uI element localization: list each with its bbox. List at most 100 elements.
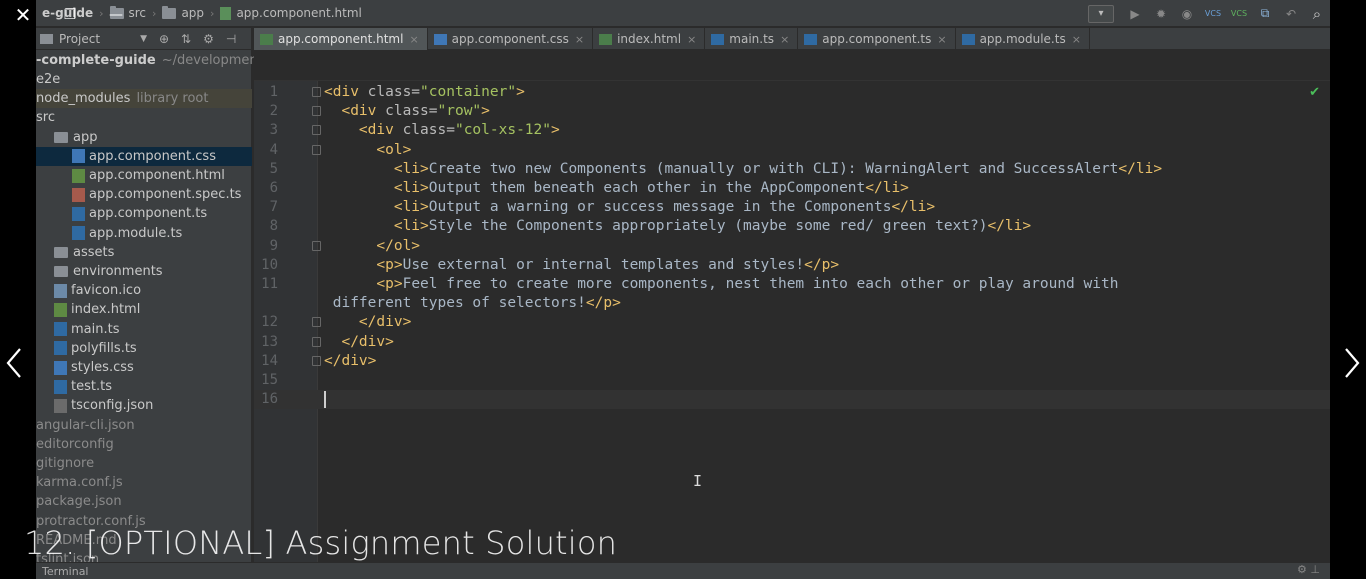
tab-index-html[interactable]: index.html ×: [593, 28, 706, 50]
revert-button[interactable]: ↶: [1278, 3, 1304, 25]
run-button[interactable]: ▶: [1122, 3, 1148, 25]
code-line[interactable]: 16: [254, 390, 1330, 410]
close-tab-icon[interactable]: ×: [780, 33, 789, 46]
code-line[interactable]: 9 </ol>: [254, 237, 1330, 256]
fold-marker-icon[interactable]: [312, 240, 321, 251]
tree-item-label: e2e: [36, 72, 61, 87]
code-line[interactable]: 14 </div>: [254, 352, 1330, 371]
code-line[interactable]: 5 <li>Create two new Components (manuall…: [254, 160, 1330, 179]
tree-item-app-module-ts[interactable]: app.module.ts: [36, 224, 252, 243]
code-editor[interactable]: ✔ 1 <div class="container"> 2 <div class="…: [254, 51, 1330, 579]
code-token: <div: [358, 122, 403, 139]
project-view-label[interactable]: Project: [59, 32, 100, 46]
fold-marker-icon[interactable]: [312, 144, 321, 155]
tree-item-index-html[interactable]: index.html: [36, 300, 252, 319]
code-line[interactable]: 15: [254, 371, 1330, 390]
close-tab-icon[interactable]: ×: [409, 33, 418, 46]
tree-item-app-component-css[interactable]: app.component.css: [36, 146, 252, 166]
text-cursor-icon: I: [693, 472, 703, 490]
tree-item-test-ts[interactable]: test.ts: [36, 377, 252, 396]
tree-item-angular-cli-json[interactable]: angular-cli.json: [36, 416, 252, 435]
breadcrumb-app[interactable]: app: [156, 0, 210, 27]
code-line[interactable]: 11 <p>Feel free to create more component…: [254, 275, 1330, 294]
tree-item-editorconfig[interactable]: editorconfig: [36, 435, 252, 454]
close-icon[interactable]: ✕: [12, 4, 34, 26]
tree-item-tsconfig-json[interactable]: tsconfig.json: [36, 396, 252, 415]
code-token: >: [516, 84, 525, 100]
tab-main-ts[interactable]: main.ts ×: [705, 28, 799, 50]
run-configuration-dropdown[interactable]: ▾: [1088, 4, 1114, 23]
line-number: 7: [269, 199, 278, 216]
tree-item-app-component-ts[interactable]: app.component.ts: [36, 204, 252, 223]
settings-icon[interactable]: ⚙: [203, 32, 214, 46]
tab-app-component-css[interactable]: app.component.css ×: [428, 28, 594, 50]
view-dropdown-icon[interactable]: ▼: [140, 34, 147, 44]
close-tab-icon[interactable]: ×: [687, 33, 696, 46]
collapse-all-icon[interactable]: ⇅: [181, 32, 191, 46]
next-chevron-icon[interactable]: [1340, 345, 1362, 381]
close-tab-icon[interactable]: ×: [937, 33, 946, 46]
tab-label: app.module.ts: [979, 32, 1066, 46]
locate-icon[interactable]: ⊕: [159, 32, 169, 46]
vcs-update-button[interactable]: VCS: [1200, 3, 1226, 25]
vcs-history-button[interactable]: ⧉: [1252, 3, 1278, 25]
tree-item-assets[interactable]: assets: [36, 243, 252, 262]
coverage-button[interactable]: ◉: [1174, 3, 1200, 25]
tab-app-component-ts[interactable]: app.component.ts ×: [798, 28, 956, 50]
code-line[interactable]: different types of selectors!</p>: [254, 294, 1330, 313]
code-line[interactable]: 2 <div class="row">: [254, 102, 1330, 121]
ts-file-icon: [54, 341, 67, 356]
code-line[interactable]: 8 <li>Style the Components appropriately…: [254, 217, 1330, 236]
tree-item-e2e[interactable]: e2e: [36, 70, 252, 89]
minimize-icon[interactable]: —: [106, 4, 126, 26]
tree-item-app-component-html[interactable]: app.component.html: [36, 166, 252, 185]
code-line[interactable]: 13 </div>: [254, 333, 1330, 352]
tree-item-package-json[interactable]: package.json: [36, 492, 252, 511]
status-settings-icon[interactable]: ⚙ ⊥: [1297, 563, 1320, 576]
breadcrumb-file[interactable]: app.component.html: [214, 0, 367, 27]
tree-item-karma-conf-js[interactable]: karma.conf.js: [36, 473, 252, 492]
tab-app-component-html[interactable]: app.component.html ×: [254, 28, 428, 50]
code-line[interactable]: 10 <p>Use external or internal templates…: [254, 256, 1330, 275]
tree-item-label: package.json: [36, 494, 122, 510]
search-everywhere-button[interactable]: ⌕: [1304, 3, 1330, 25]
code-line[interactable]: 12 </div>: [254, 313, 1330, 332]
tree-item-gitignore[interactable]: gitignore: [36, 454, 252, 473]
tree-item-app[interactable]: app: [36, 128, 252, 147]
code-line[interactable]: 3 <div class="col-xs-12">: [254, 121, 1330, 140]
fold-marker-icon[interactable]: [312, 317, 321, 328]
vcs-commit-button[interactable]: VCS: [1226, 3, 1252, 25]
tree-item-styles-css[interactable]: styles.css: [36, 358, 252, 377]
tree-item-node-modules[interactable]: node_modules library root: [36, 89, 252, 109]
fold-marker-icon[interactable]: [312, 336, 321, 347]
tree-root[interactable]: -complete-guide ~/development/: [36, 51, 267, 70]
line-number: 10: [261, 256, 278, 273]
tree-item-environments[interactable]: environments: [36, 262, 252, 281]
restore-icon[interactable]: ❐: [60, 4, 80, 26]
code-line[interactable]: 4 <ol>: [254, 141, 1330, 160]
hide-panel-icon[interactable]: ⊣: [226, 32, 236, 46]
close-tab-icon[interactable]: ×: [575, 33, 584, 46]
terminal-tab[interactable]: Terminal: [42, 565, 89, 578]
close-tab-icon[interactable]: ×: [1072, 33, 1081, 46]
fold-marker-icon[interactable]: [312, 106, 321, 117]
tree-item-favicon-ico[interactable]: favicon.ico: [36, 281, 252, 300]
fold-marker-icon[interactable]: [312, 125, 321, 136]
line-number: 8: [269, 218, 278, 235]
previous-chevron-icon[interactable]: [4, 345, 26, 381]
code-line[interactable]: 1 <div class="container">: [254, 83, 1330, 102]
tree-item-polyfills-ts[interactable]: polyfills.ts: [36, 339, 252, 358]
debug-button[interactable]: ✹: [1148, 3, 1174, 25]
tree-item-app-component-spec-ts[interactable]: app.component.spec.ts: [36, 185, 252, 204]
code-line[interactable]: 7 <li>Output a warning or success messag…: [254, 198, 1330, 217]
fold-marker-icon[interactable]: [312, 355, 321, 366]
tree-item-main-ts[interactable]: main.ts: [36, 320, 252, 339]
tree-item-src[interactable]: src: [36, 108, 252, 127]
fold-marker-icon[interactable]: [312, 87, 321, 97]
tab-app-module-ts[interactable]: app.module.ts ×: [956, 28, 1090, 50]
code-text: <div class="container">: [324, 83, 525, 102]
code-line[interactable]: 6 <li>Output them beneath each other in …: [254, 179, 1330, 198]
